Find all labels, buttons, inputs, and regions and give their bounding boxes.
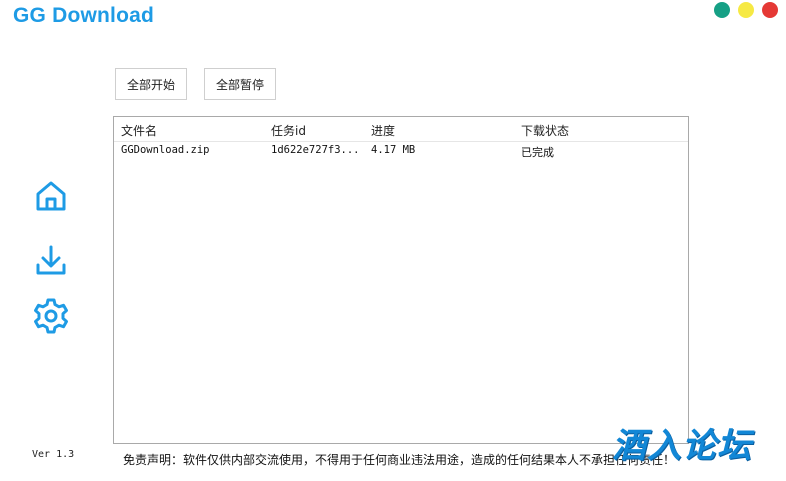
watermark-logo: 酒入论坛	[612, 426, 752, 466]
pause-all-button[interactable]: 全部暂停	[204, 68, 276, 100]
cell-status: 已完成	[521, 146, 554, 159]
maximize-button[interactable]	[714, 2, 730, 18]
window-controls	[714, 2, 778, 18]
close-button[interactable]	[762, 2, 778, 18]
cell-filename: GGDownload.zip	[121, 144, 210, 156]
download-table[interactable]: 文件名 任务id 进度 下载状态 GGDownload.zip 1d622e72…	[113, 116, 689, 444]
column-header-task-id[interactable]: 任务id	[271, 122, 306, 139]
minimize-button[interactable]	[738, 2, 754, 18]
column-header-filename[interactable]: 文件名	[121, 122, 157, 139]
sidebar-item-settings[interactable]	[33, 298, 69, 334]
cell-progress: 4.17 MB	[371, 144, 416, 156]
sidebar-item-downloads[interactable]	[33, 243, 69, 279]
version-label: Ver 1.3	[32, 449, 75, 460]
table-header: 文件名 任务id 进度 下载状态	[114, 117, 688, 142]
gear-icon	[34, 298, 68, 334]
home-icon	[36, 181, 66, 211]
sidebar-item-home[interactable]	[33, 178, 69, 214]
table-row[interactable]: GGDownload.zip 1d622e727f3... 4.17 MB 已完…	[114, 142, 688, 160]
column-header-status[interactable]: 下载状态	[521, 122, 569, 139]
column-header-progress[interactable]: 进度	[371, 122, 395, 139]
app-title: GG Download	[13, 4, 155, 27]
cell-task-id: 1d622e727f3...	[271, 144, 360, 156]
disclaimer-text: 免责声明：软件仅供内部交流使用，不得用于任何商业违法用途，造成的任何结果本人不承…	[123, 453, 676, 467]
start-all-button[interactable]: 全部开始	[115, 68, 187, 100]
download-icon	[36, 245, 66, 275]
